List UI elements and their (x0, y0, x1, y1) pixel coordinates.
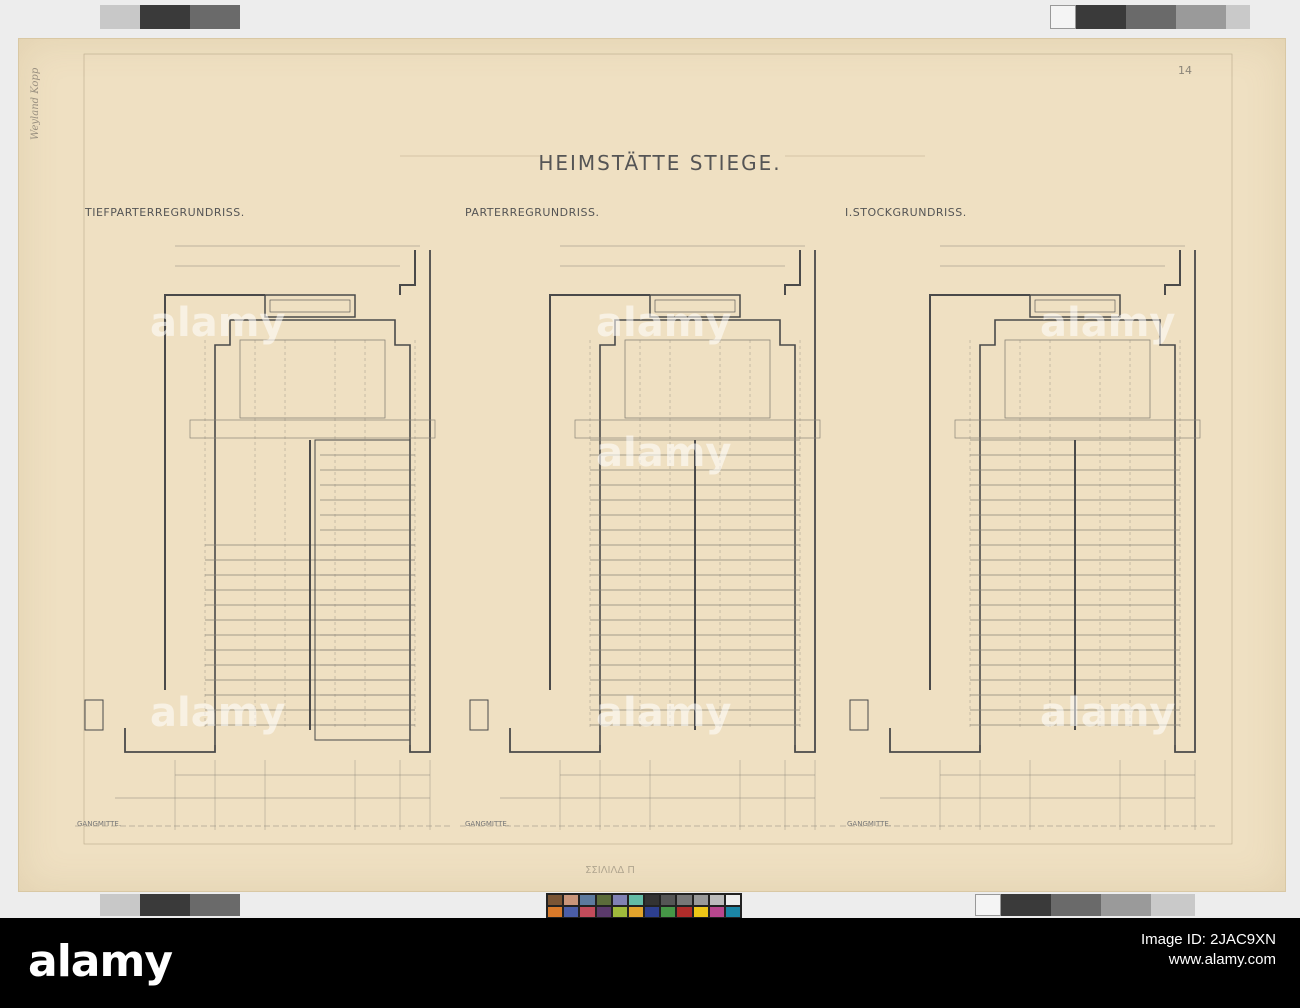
watermark-info: Image ID: 2JAC9XN www.alamy.com (1141, 930, 1276, 970)
plan-3-outer-wall-top (1164, 250, 1181, 295)
site-url: www.alamy.com (1168, 951, 1276, 968)
plan-2-outer-wall-top (784, 250, 801, 295)
bottom-stamp: ΣΣΙΛΙΛΔ Π (585, 865, 635, 876)
plan-1-base-wall-left (124, 728, 216, 753)
margin-note: Weyland Kopp (30, 67, 41, 140)
drawing-title: HEIMSTÄTTE STIEGE. (538, 151, 781, 175)
watermark-logo: alamy (28, 936, 173, 987)
plan-label-2: PARTERREGRUNDRISS. (465, 206, 599, 219)
plan-2-stairwell-walls (599, 319, 796, 745)
plan-3-door (849, 699, 869, 731)
plan-label-1: TIEFPARTERREGRUNDRISS. (84, 206, 245, 219)
plan-2-window (649, 294, 741, 318)
watermark-footer: alamy Image ID: 2JAC9XN www.alamy.com (0, 918, 1300, 1008)
plan-1-landing-edge (189, 419, 436, 439)
plan-3-landing-edge (954, 419, 1201, 439)
sheet-number: 14 (1178, 64, 1192, 77)
plan-3-stairwell-walls (979, 319, 1176, 745)
plan-2-base-wall-left (509, 728, 601, 753)
plan-label-3: I.STOCKGRUNDRISS. (845, 206, 967, 219)
plan-3-base-wall-right (1174, 250, 1196, 753)
image-id: Image ID: 2JAC9XN (1140, 931, 1276, 948)
plan-3-landing (1004, 339, 1151, 419)
plan-1-window-frame (269, 299, 351, 313)
plan-3-base-wall-left (889, 728, 981, 753)
plan-3-window (1029, 294, 1121, 318)
plan-2-landing-edge (574, 419, 821, 439)
plan-2-door (469, 699, 489, 731)
plan-3-window-frame (1034, 299, 1116, 313)
plan-1-door (84, 699, 104, 731)
corridor-label-1: GANGMITTE. (77, 820, 121, 828)
stair-floor-plans: HEIMSTÄTTE STIEGE. 14 Weyland Kopp ΣΣΙΛΙ… (30, 53, 1233, 876)
corridor-label-3: GANGMITTE. (847, 820, 891, 828)
corridor-label-2: GANGMITTE. (465, 820, 509, 828)
plan-1-landing (239, 339, 386, 419)
plan-2-landing (624, 339, 771, 419)
plan-1-window (264, 294, 356, 318)
plan-2-base-wall-right (794, 250, 816, 753)
plan-1-base-wall-right (409, 250, 431, 753)
plan-1-outer-wall-top (399, 250, 416, 295)
plan-1-stairwell-walls (214, 319, 411, 745)
plan-2-window-frame (654, 299, 736, 313)
